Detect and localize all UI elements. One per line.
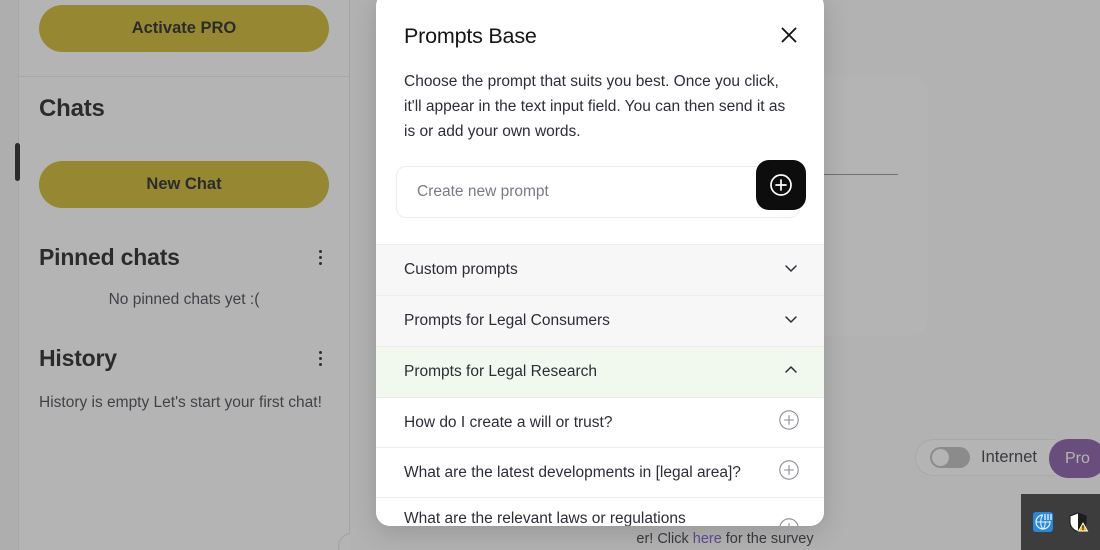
- add-prompt-icon[interactable]: [778, 517, 800, 526]
- prompt-list-item[interactable]: How do I create a will or trust?: [376, 398, 824, 449]
- add-prompt-icon[interactable]: [778, 459, 800, 486]
- prompt-section-header[interactable]: Custom prompts: [376, 245, 824, 297]
- chevron-down-icon[interactable]: [782, 310, 800, 333]
- prompt-sections-list: Custom prompts Prompts for Legal Consumer…: [376, 244, 824, 526]
- create-prompt-input[interactable]: [396, 166, 800, 219]
- network-icon[interactable]: [1032, 511, 1054, 533]
- prompt-section-label: Prompts for Legal Consumers: [404, 312, 610, 330]
- modal-description: Choose the prompt that suits you best. O…: [404, 73, 786, 141]
- modal-header: Prompts Base: [376, 0, 824, 49]
- prompt-item-text: What are the relevant laws or regulation…: [404, 510, 686, 526]
- create-prompt-row: [396, 160, 806, 219]
- prompt-item-text: What are the latest developments in [leg…: [404, 464, 741, 482]
- plus-circle-icon[interactable]: [756, 160, 806, 211]
- modal-title: Prompts Base: [404, 24, 537, 48]
- close-icon[interactable]: [776, 22, 802, 48]
- prompt-list-item[interactable]: What are the relevant laws or regulation…: [376, 498, 824, 526]
- prompt-section-header[interactable]: Prompts for Legal Research: [376, 347, 824, 399]
- prompt-section-label: Custom prompts: [404, 261, 518, 279]
- app-root: Activate PRO Chats New Chat Pinned chats…: [0, 0, 1100, 550]
- prompt-section-label: Prompts for Legal Research: [404, 363, 597, 381]
- chevron-down-icon[interactable]: [782, 259, 800, 282]
- add-prompt-icon[interactable]: [778, 409, 800, 436]
- prompts-base-modal: Prompts Base Choose the prompt that suit…: [376, 0, 824, 526]
- chevron-up-icon[interactable]: [782, 361, 800, 384]
- security-shield-warning-icon[interactable]: [1067, 511, 1089, 533]
- system-tray: [1021, 494, 1100, 550]
- prompt-item-text: How do I create a will or trust?: [404, 414, 613, 432]
- prompt-section-header[interactable]: Prompts for Legal Consumers: [376, 296, 824, 348]
- prompt-list-item[interactable]: What are the latest developments in [leg…: [376, 448, 824, 499]
